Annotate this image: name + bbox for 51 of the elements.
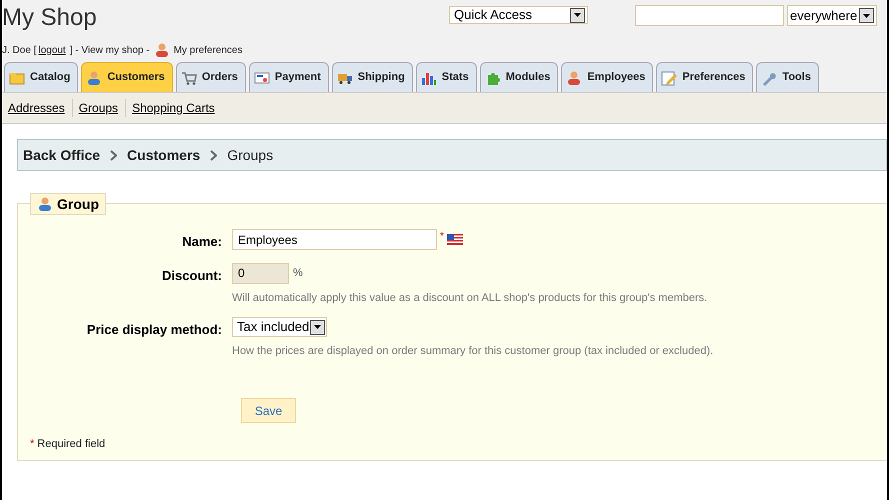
price-method-dropdown[interactable]: Tax included <box>232 317 328 337</box>
nav-tab[interactable]: Tools <box>756 62 819 92</box>
pencil-icon <box>661 70 678 86</box>
nav-tab[interactable]: Payment <box>248 62 329 92</box>
discount-field[interactable]: 0 <box>232 262 289 284</box>
person-icon <box>566 70 582 86</box>
required-mark: * <box>30 437 34 452</box>
search-field[interactable] <box>635 5 784 26</box>
subnav-link[interactable]: Shopping Carts <box>125 99 216 117</box>
hint-text: How the prices are displayed on order summary for this customer group (tax included or excluded). <box>232 344 714 359</box>
nav-tab[interactable]: Preferences <box>656 62 754 92</box>
field-label: Discount: <box>161 266 223 284</box>
nav-tab[interactable]: Modules <box>480 62 558 92</box>
chevron-icon <box>210 150 218 160</box>
quick-access-dropdown[interactable]: Quick Access <box>449 6 588 24</box>
caret-icon <box>570 8 585 22</box>
person-icon <box>86 70 102 86</box>
flag-icon <box>446 234 463 245</box>
required-mark: * <box>440 230 444 244</box>
hint-text: Will automatically apply this value as a discount on ALL shop's products for this group's members. <box>232 290 708 306</box>
required-note: Required field <box>37 437 106 452</box>
field-label: Price display method: <box>86 321 223 339</box>
search-scope-dropdown[interactable]: everywhere <box>787 5 877 26</box>
breadcrumb-item[interactable]: Back Office <box>23 144 100 166</box>
subnav-link[interactable]: Addresses <box>7 99 66 117</box>
shop-title: My Shop <box>2 6 97 30</box>
nav-tab[interactable]: Employees <box>561 62 654 92</box>
caret-icon <box>859 8 874 23</box>
save-button[interactable]: Save <box>241 398 296 423</box>
nav-tab[interactable]: Shipping <box>332 62 413 92</box>
field-label: Name: <box>181 233 223 251</box>
nav-tab[interactable]: Orders <box>176 62 246 92</box>
user-text: J. Doe [ <box>2 44 36 58</box>
unit-label: % <box>293 266 303 281</box>
people-icon <box>37 196 53 212</box>
card-icon <box>254 70 270 86</box>
logout-link[interactable]: logout <box>38 42 66 58</box>
user-text: ] - View my shop - <box>70 44 150 58</box>
breadcrumb-item[interactable]: Groups <box>227 144 274 166</box>
person-icon <box>154 42 170 58</box>
subnav-link[interactable]: Groups <box>72 99 120 117</box>
caret-icon <box>310 320 326 334</box>
nav-tab[interactable]: Customers <box>81 62 173 92</box>
name-field[interactable]: Employees <box>232 229 437 250</box>
nav-tab[interactable]: Catalog <box>4 62 78 92</box>
cart-icon <box>180 70 197 86</box>
chevron-icon <box>110 150 118 160</box>
breadcrumb-item[interactable]: Customers <box>127 144 200 166</box>
nav-tab[interactable]: Stats <box>416 62 477 92</box>
legend-title: Group <box>57 194 99 214</box>
preferences-link[interactable]: My preferences <box>174 42 242 58</box>
